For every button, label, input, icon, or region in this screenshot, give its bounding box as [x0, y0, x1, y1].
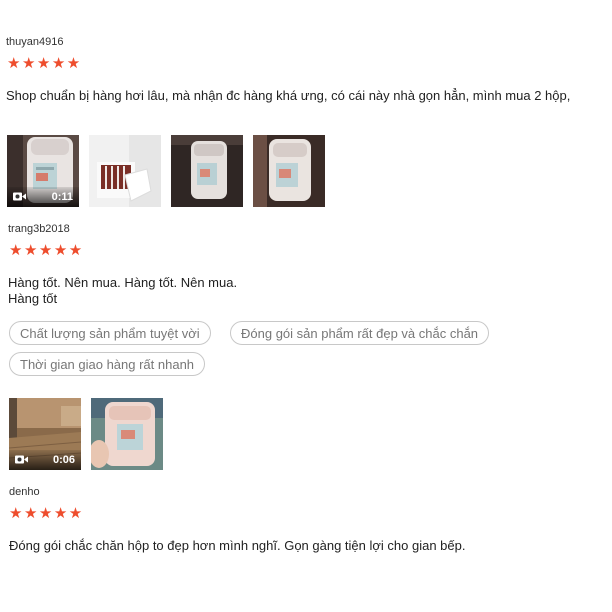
review-username[interactable]: trang3b2018: [8, 223, 70, 235]
thumbnail-image: [253, 135, 325, 207]
video-duration: 0:06: [52, 454, 75, 466]
review-image-thumbnail[interactable]: [253, 135, 325, 207]
rating-stars: ★★★★★: [9, 242, 84, 259]
rating-stars: ★★★★★: [7, 55, 82, 72]
review-text: Shop chuẩn bị hàng hơi lâu, mà nhận đc h…: [6, 88, 571, 103]
review-image-thumbnail[interactable]: [171, 135, 243, 207]
review-tag: Chất lượng sản phẩm tuyệt vời: [9, 321, 211, 345]
thumbnail-image: [171, 135, 243, 207]
thumbnail-image: [89, 135, 161, 207]
review-tag: Đóng gói sản phẩm rất đẹp và chắc chắn: [230, 321, 490, 345]
review-text: Hàng tốt: [8, 291, 58, 306]
video-duration: 0:11: [51, 191, 73, 203]
review-video-thumbnail[interactable]: 0:06: [9, 398, 81, 470]
review-image-thumbnail[interactable]: [89, 135, 161, 207]
review-tag: Thời gian giao hàng rất nhanh: [9, 352, 206, 376]
review-text: Đóng gói chắc chăn hộp to đẹp hơn mình n…: [9, 538, 466, 553]
review-username[interactable]: thuyan4916: [6, 36, 64, 48]
rating-stars: ★★★★★: [9, 505, 84, 522]
review-video-thumbnail[interactable]: 0:11: [7, 135, 79, 207]
review-text: Hàng tốt. Nên mua. Hàng tốt. Nên mua.: [8, 275, 238, 290]
review-image-thumbnail[interactable]: [91, 398, 163, 470]
thumbnail-image: [91, 398, 163, 470]
video-camera-icon: [15, 455, 28, 464]
review-username[interactable]: denho: [9, 486, 40, 498]
video-camera-icon: [13, 192, 26, 201]
